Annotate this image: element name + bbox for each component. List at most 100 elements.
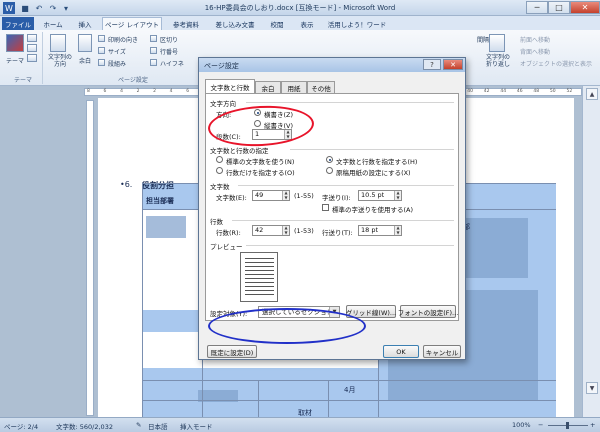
theme-button-label[interactable]: テーマ: [6, 56, 24, 65]
tab-insert[interactable]: 挿入: [72, 17, 98, 30]
zoom-in-icon[interactable]: +: [590, 421, 595, 429]
cancel-button[interactable]: キャンセル: [423, 345, 461, 358]
selection-pane-button[interactable]: オブジェクトの選択と表示: [520, 59, 592, 68]
columns-value: 1: [255, 130, 260, 138]
send-backward-button[interactable]: 背面へ移動: [520, 47, 550, 56]
grid-opt4-label[interactable]: 原稿用紙の設定にする(X): [336, 167, 411, 177]
preview-line: [245, 274, 274, 275]
zoom-slider-thumb[interactable]: [566, 422, 569, 429]
tab-home[interactable]: ホーム: [38, 17, 68, 30]
line-numbers-icon[interactable]: [150, 47, 157, 54]
bring-forward-button[interactable]: 前面へ移動: [520, 35, 550, 44]
ruler-tick-label: 4: [169, 89, 173, 94]
page-indicator[interactable]: ページ: 2/4: [4, 421, 38, 431]
chars-label: 文字数(E):: [216, 194, 247, 202]
tab-review[interactable]: 校閲: [264, 17, 290, 30]
lines-spinner[interactable]: 42 ▲ ▼: [252, 225, 290, 236]
columns-spinner[interactable]: 1 ▲ ▼: [252, 129, 292, 140]
language-indicator[interactable]: 日本語: [148, 421, 168, 431]
insert-mode-indicator[interactable]: 挿入モード: [180, 421, 213, 431]
preview-line: [245, 270, 274, 271]
wrap-text-icon[interactable]: [489, 34, 505, 52]
chars-pitch-spinner[interactable]: 10.5 pt ▲ ▼: [358, 190, 402, 201]
orientation-button[interactable]: 印刷の向き: [108, 35, 138, 44]
lines-pitch-label: 行送り(T):: [322, 229, 353, 237]
tab-file[interactable]: ファイル: [2, 17, 34, 30]
horizontal-radio[interactable]: [254, 109, 261, 116]
minimize-button[interactable]: ─: [526, 1, 548, 14]
group-theme-label: テーマ: [14, 77, 33, 84]
grid-opt3-radio[interactable]: [326, 156, 333, 163]
line-numbers-button[interactable]: 行番号: [160, 47, 178, 56]
tab-word-tips[interactable]: 活用しよう！ワード: [324, 17, 390, 30]
chevron-down-icon[interactable]: ▼: [329, 307, 339, 317]
columns-button[interactable]: 段組み: [108, 59, 126, 68]
themes-icon[interactable]: [6, 34, 24, 52]
scroll-up-icon[interactable]: ▲: [586, 88, 598, 100]
grid-opt4-radio[interactable]: [326, 167, 333, 174]
size-icon[interactable]: [98, 47, 105, 54]
chars-spinner[interactable]: 49 ▲ ▼: [252, 190, 290, 201]
tab-mailings[interactable]: 差し込み文書: [210, 17, 260, 30]
spinner-arrows-icon[interactable]: ▲ ▼: [284, 129, 291, 139]
apply-to-select[interactable]: 選択しているセクション ▼: [258, 306, 340, 318]
tab-margins[interactable]: 余白: [255, 81, 281, 93]
margins-label[interactable]: 余白: [79, 56, 91, 65]
columns-icon[interactable]: [98, 59, 105, 66]
vertical-radio[interactable]: [254, 120, 261, 127]
word-count[interactable]: 文字数: 560/2,032: [56, 421, 113, 431]
dialog-panel: 文字方向 方向: 横書き(Z) 縦書き(V) 段数(C): 1 ▲ ▼ 文字数と行数…: [205, 93, 459, 321]
chars-pitch-label: 字送り(I):: [322, 194, 351, 202]
zoom-out-icon[interactable]: −: [538, 421, 543, 429]
tab-other[interactable]: その他: [307, 81, 335, 93]
grid-opt1-label[interactable]: 標準の文字数を使う(N): [226, 156, 294, 166]
help-button[interactable]: ?: [423, 59, 441, 70]
lines-label: 行数(R):: [216, 229, 241, 237]
size-button[interactable]: サイズ: [108, 47, 126, 56]
orientation-icon[interactable]: [98, 35, 105, 42]
breaks-button[interactable]: 区切り: [160, 35, 178, 44]
grid-lines-button[interactable]: グリッド線(W)...: [346, 305, 396, 318]
group-page-setup-label: ページ設定: [118, 77, 148, 84]
hyphenation-button[interactable]: ハイフネ: [160, 59, 184, 68]
tab-paper[interactable]: 用紙: [281, 81, 307, 93]
grid-opt2-radio[interactable]: [216, 167, 223, 174]
ok-button[interactable]: OK: [383, 345, 419, 358]
wrap-text-label[interactable]: 文字列の 折り返し: [484, 54, 512, 68]
breaks-icon[interactable]: [150, 35, 157, 42]
spinner-arrows-icon[interactable]: ▲ ▼: [394, 190, 401, 200]
text-direction-icon[interactable]: [50, 34, 66, 52]
close-button[interactable]: ✕: [570, 1, 600, 14]
spinner-arrows-icon[interactable]: ▲ ▼: [394, 225, 401, 235]
grid-opt1-radio[interactable]: [216, 156, 223, 163]
theme-fonts-icon[interactable]: [27, 44, 37, 52]
horizontal-label[interactable]: 横書き(Z): [264, 109, 293, 119]
theme-colors-icon[interactable]: [27, 34, 37, 42]
spinner-arrows-icon[interactable]: ▲ ▼: [282, 225, 289, 235]
font-settings-button[interactable]: フォントの設定(F)...: [398, 305, 458, 318]
scroll-down-icon[interactable]: ▼: [586, 382, 598, 394]
tab-chars-lines[interactable]: 文字数と行数: [205, 79, 255, 94]
tab-page-layout[interactable]: ページ レイアウト: [102, 17, 162, 30]
proofing-icon[interactable]: ✎: [136, 421, 141, 429]
default-pitch-checkbox[interactable]: [322, 204, 329, 211]
text-direction-label[interactable]: 文字列の 方向: [47, 54, 73, 68]
vertical-scrollbar[interactable]: ▲ ▼: [582, 86, 600, 417]
spinner-arrows-icon[interactable]: ▲ ▼: [282, 190, 289, 200]
dialog-close-button[interactable]: ✕: [443, 59, 463, 70]
grid-opt3-label[interactable]: 文字数と行数を指定する(H): [336, 156, 417, 166]
default-pitch-label[interactable]: 標準の字送りを使用する(A): [332, 204, 413, 214]
lines-pitch-spinner[interactable]: 18 pt ▲ ▼: [358, 225, 402, 236]
tab-view[interactable]: 表示: [294, 17, 320, 30]
theme-effects-icon[interactable]: [27, 54, 37, 62]
hyphenation-icon[interactable]: [150, 59, 157, 66]
grid-opt2-label[interactable]: 行数だけを指定する(O): [226, 167, 295, 177]
set-default-button[interactable]: 既定に設定(D): [207, 345, 257, 358]
vertical-ruler[interactable]: [86, 100, 94, 416]
zoom-level[interactable]: 100%: [512, 421, 531, 429]
margins-icon[interactable]: [78, 34, 92, 52]
maximize-button[interactable]: □: [548, 1, 570, 14]
tab-references[interactable]: 参考資料: [166, 17, 206, 30]
ruler-tick-label: 44: [500, 89, 507, 94]
apply-to-value: 選択しているセクション: [262, 308, 334, 316]
